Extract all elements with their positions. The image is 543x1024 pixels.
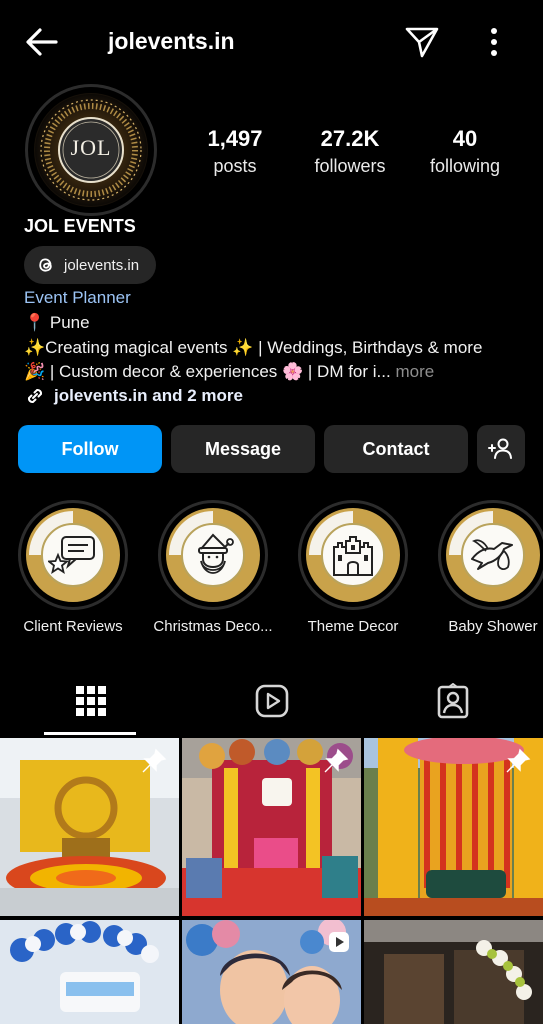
highlight-label: Christmas Deco... [153, 618, 273, 635]
post-thumbnail[interactable] [182, 738, 361, 916]
bio-line-text: 🎉 | Custom decor & experiences 🌸 | DM fo… [24, 362, 391, 381]
highlight-ring [438, 500, 543, 610]
posts-count: 1,497 [207, 126, 263, 151]
stat-posts[interactable]: 1,497 posts [180, 126, 290, 177]
highlight-baby-shower[interactable]: Baby Shower [438, 500, 543, 635]
contact-button[interactable]: Contact [324, 425, 468, 473]
send-message-button[interactable] [404, 24, 440, 60]
following-label: following [429, 156, 501, 176]
display-name: JOL EVENTS [24, 216, 136, 236]
paper-plane-icon [405, 27, 439, 58]
profile-category: Event Planner [24, 288, 131, 307]
posts-label: posts [213, 156, 257, 176]
follow-button[interactable]: Follow [18, 425, 162, 473]
threads-handle: jolevents.in [64, 256, 140, 274]
bio-line: ✨Creating magical events ✨ | Weddings, B… [24, 338, 483, 357]
highlight-cover-inner [321, 523, 385, 587]
tagged-icon [437, 683, 468, 719]
highlight-theme-decor[interactable]: Theme Decor [298, 500, 408, 635]
followers-count: 27.2K [320, 126, 380, 151]
threads-icon [39, 258, 52, 272]
posts-grid [0, 738, 543, 1024]
tab-reels[interactable] [181, 668, 362, 734]
santa-icon [197, 533, 234, 574]
avatar-logo: JOL [34, 93, 148, 207]
highlight-cover [306, 508, 400, 602]
tab-posts-grid[interactable] [0, 668, 181, 734]
highlight-cover [166, 508, 260, 602]
chat-bubble-star-icon [47, 535, 95, 574]
post-thumbnail[interactable] [364, 920, 543, 1024]
highlight-label: Baby Shower [448, 618, 538, 635]
highlight-label: Client Reviews [23, 618, 123, 635]
threads-link[interactable]: jolevents.in [24, 246, 156, 284]
arrow-left-icon [26, 28, 58, 56]
profile-tabs [0, 668, 543, 736]
highlight-cover-inner [181, 523, 245, 587]
vertical-dots-icon [491, 28, 497, 56]
bio-line-truncated: 🎉 | Custom decor & experiences 🌸 | DM fo… [24, 362, 434, 382]
top-bar: jolevents.in [0, 0, 543, 84]
post-thumbnail[interactable] [182, 920, 361, 1024]
profile-link-text: jolevents.in and 2 more [54, 386, 243, 405]
post-thumbnail[interactable] [0, 738, 179, 916]
reel-indicator-icon [329, 932, 349, 952]
highlight-ring [158, 500, 268, 610]
post-thumbnail[interactable] [364, 738, 543, 916]
pin-icon [506, 748, 531, 773]
highlight-cover [446, 508, 540, 602]
link-icon [27, 388, 43, 404]
highlight-christmas-decor[interactable]: Christmas Deco... [153, 500, 273, 635]
profile-username: jolevents.in [108, 28, 235, 54]
profile-links[interactable]: jolevents.in and 2 more [24, 385, 243, 407]
stork-icon [470, 539, 513, 570]
bio-more-link[interactable]: more [395, 362, 434, 381]
reels-icon [255, 684, 288, 718]
highlight-label: Theme Decor [307, 618, 399, 635]
pin-icon [324, 748, 349, 773]
add-user-icon [488, 438, 512, 459]
stat-following[interactable]: 40 following [410, 126, 520, 177]
castle-icon [332, 535, 373, 576]
suggested-users-button[interactable] [477, 425, 525, 473]
active-tab-indicator [44, 732, 136, 735]
message-button[interactable]: Message [171, 425, 315, 473]
back-button[interactable] [22, 22, 62, 62]
highlight-client-reviews[interactable]: Client Reviews [18, 500, 128, 635]
stat-followers[interactable]: 27.2K followers [295, 126, 405, 177]
post-thumbnail[interactable] [0, 920, 179, 1024]
pin-icon [142, 748, 167, 773]
followers-label: followers [314, 156, 386, 176]
highlight-cover-inner [461, 523, 525, 587]
highlight-ring [18, 500, 128, 610]
highlight-ring [298, 500, 408, 610]
options-menu-button[interactable] [480, 24, 508, 60]
tab-tagged[interactable] [362, 668, 543, 734]
bio-location: 📍 Pune [24, 313, 90, 332]
profile-avatar[interactable]: JOL [25, 84, 157, 216]
highlight-cover-inner [41, 523, 105, 587]
avatar-logo-text: JOL [70, 135, 112, 160]
highlight-cover [26, 508, 120, 602]
following-count: 40 [452, 126, 478, 151]
grid-icon [75, 686, 106, 716]
